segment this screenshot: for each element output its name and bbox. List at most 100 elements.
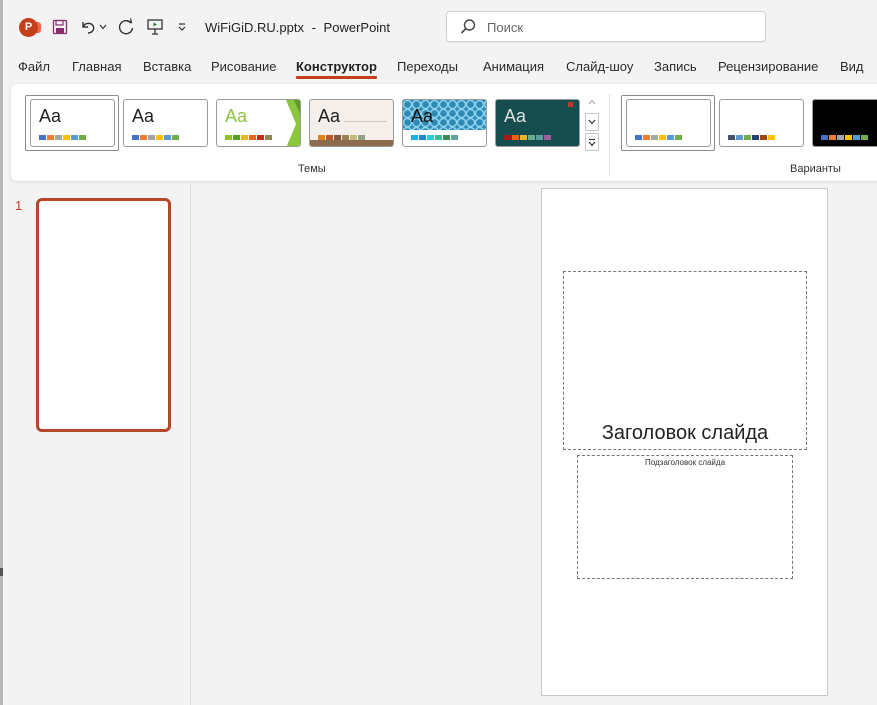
color-swatch	[544, 135, 551, 140]
color-swatch	[326, 135, 333, 140]
title-bar: P WiFiGiD.RU.pptx - PowerPoint	[3, 0, 877, 54]
save-icon[interactable]	[49, 15, 71, 39]
color-swatch	[768, 135, 775, 140]
title-separator: -	[311, 20, 316, 35]
color-swatch	[164, 135, 171, 140]
color-swatch	[651, 135, 658, 140]
color-swatch	[55, 135, 62, 140]
color-swatch	[132, 135, 139, 140]
slide-canvas[interactable]: Заголовок слайда Подзаголовок слайда	[541, 188, 828, 696]
group-separator	[609, 94, 610, 176]
tab-home[interactable]: Главная	[72, 59, 121, 74]
color-swatch	[520, 135, 527, 140]
color-swatch	[427, 135, 434, 140]
color-swatch	[744, 135, 751, 140]
tab-transitions[interactable]: Переходы	[397, 59, 458, 74]
color-swatch	[156, 135, 163, 140]
chevron-up-icon	[588, 99, 596, 105]
theme-retrospect[interactable]: Aa	[309, 99, 394, 147]
color-swatch	[334, 135, 341, 140]
title-placeholder-text: Заголовок слайда	[601, 422, 769, 444]
theme-swatches	[411, 135, 458, 140]
tab-draw[interactable]: Рисование	[211, 59, 276, 74]
color-swatch	[504, 135, 511, 140]
gallery-scroll-up-button[interactable]	[585, 93, 599, 111]
color-swatch	[435, 135, 442, 140]
retrospect-rule	[344, 121, 387, 122]
variant-1[interactable]	[626, 99, 711, 147]
variant-swatches	[728, 135, 775, 140]
theme-preview-text: Aa	[504, 106, 527, 126]
search-input[interactable]	[487, 18, 747, 36]
color-swatch	[265, 135, 272, 140]
color-swatch	[635, 135, 642, 140]
color-swatch	[318, 135, 325, 140]
gallery-scroll-down-button[interactable]	[585, 113, 599, 131]
theme-preview-text: Aa	[318, 106, 341, 126]
tab-file[interactable]: Файл	[18, 59, 50, 74]
tab-record[interactable]: Запись	[654, 59, 697, 74]
tab-slideshow[interactable]: Слайд-шоу	[566, 59, 633, 74]
chevron-down-icon	[588, 119, 596, 125]
color-swatch	[249, 135, 256, 140]
color-swatch	[451, 135, 458, 140]
color-swatch	[837, 135, 844, 140]
color-swatch	[71, 135, 78, 140]
color-swatch	[512, 135, 519, 140]
powerpoint-logo-icon: P	[19, 18, 41, 37]
ribbon-panel: Aa Aa Aa Aa Aa Aa Темы Варианты	[11, 84, 877, 181]
subtitle-placeholder-text: Подзаголовок слайда	[644, 458, 726, 467]
start-slideshow-icon[interactable]	[144, 15, 166, 39]
theme-pattern[interactable]: Aa	[402, 99, 487, 147]
theme-office[interactable]: Aa	[30, 99, 115, 147]
color-swatch	[752, 135, 759, 140]
theme-facet[interactable]: Aa	[216, 99, 301, 147]
expand-gallery-icon	[588, 138, 596, 146]
customize-toolbar-chevron-down-icon[interactable]	[174, 15, 190, 39]
themes-group-label: Темы	[298, 163, 326, 175]
color-swatch	[358, 135, 365, 140]
theme-swatches	[132, 135, 179, 140]
color-swatch	[233, 135, 240, 140]
color-swatch	[419, 135, 426, 140]
color-swatch	[225, 135, 232, 140]
app-name: PowerPoint	[323, 20, 391, 35]
theme-preview-text: Aa	[411, 106, 434, 126]
variant-2[interactable]	[719, 99, 804, 147]
color-swatch	[853, 135, 860, 140]
tab-review[interactable]: Рецензирование	[718, 59, 818, 74]
search-box[interactable]	[446, 11, 766, 42]
color-swatch	[140, 135, 147, 140]
ribbon-tabs: Файл Главная Вставка Рисование Конструкт…	[3, 55, 877, 81]
theme-office-2[interactable]: Aa	[123, 99, 208, 147]
color-swatch	[528, 135, 535, 140]
variant-swatches	[635, 135, 682, 140]
variant-swatches	[821, 135, 868, 140]
color-swatch	[667, 135, 674, 140]
color-swatch	[411, 135, 418, 140]
gallery-more-button[interactable]	[585, 133, 599, 151]
tab-animations[interactable]: Анимация	[483, 59, 544, 74]
variant-3[interactable]	[812, 99, 877, 147]
document-name: WiFiGiD.RU.pptx	[205, 20, 304, 35]
color-swatch	[845, 135, 852, 140]
theme-swatches	[504, 135, 551, 140]
undo-dropdown-chevron-down-icon[interactable]	[97, 15, 109, 39]
retrospect-band	[310, 140, 393, 146]
color-swatch	[736, 135, 743, 140]
color-swatch	[861, 135, 868, 140]
slide-thumbnail[interactable]	[36, 198, 171, 432]
theme-dark-teal[interactable]: Aa	[495, 99, 580, 147]
tab-insert[interactable]: Вставка	[143, 59, 191, 74]
title-placeholder[interactable]: Заголовок слайда	[563, 271, 807, 450]
color-swatch	[829, 135, 836, 140]
subtitle-placeholder[interactable]: Подзаголовок слайда	[577, 455, 793, 579]
tab-view[interactable]: Вид	[840, 59, 864, 74]
undo-icon[interactable]	[77, 15, 99, 39]
logo-letter: P	[24, 21, 33, 33]
slide-thumbnails-pane: 1	[3, 184, 191, 705]
redo-icon[interactable]	[115, 15, 137, 39]
theme-swatches	[39, 135, 86, 140]
tab-design[interactable]: Конструктор	[296, 59, 377, 79]
search-icon	[460, 19, 476, 34]
